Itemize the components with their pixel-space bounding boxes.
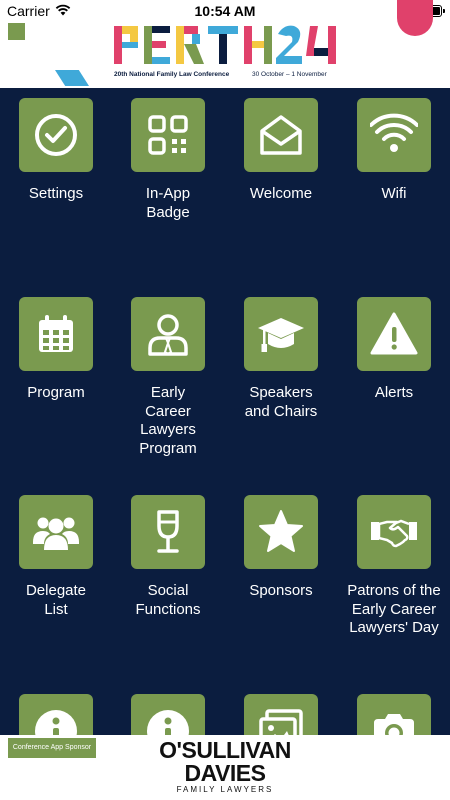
status-bar: Carrier 10:54 AM: [0, 0, 450, 22]
tile-camera[interactable]: [338, 686, 450, 735]
user-tie-icon: [148, 314, 188, 356]
tile-icon-box[interactable]: [244, 495, 318, 569]
tile-label: Patrons of the Early Career Lawyers' Day: [347, 582, 441, 636]
tile-settings[interactable]: Settings: [0, 90, 112, 290]
tile-speakers-and-chairs[interactable]: Speakers and Chairs: [225, 289, 337, 489]
warning-icon: [370, 312, 418, 355]
tile-label: In-App Badge: [145, 185, 191, 221]
tile-sponsors[interactable]: Sponsors: [225, 487, 337, 687]
decorative-square: [8, 23, 25, 40]
tile-icon-box[interactable]: [131, 694, 205, 735]
app-header: Carrier 10:54 AM 20th National Family La…: [0, 0, 450, 88]
users-icon: [33, 517, 79, 550]
conference-subtitle: 20th National Family Law Conference: [114, 71, 230, 78]
tile-label: Early Career Lawyers Program: [139, 384, 197, 457]
tile-delegate-list[interactable]: Delegate List: [0, 487, 112, 687]
tile-early-career-lawyers-program[interactable]: Early Career Lawyers Program: [112, 289, 224, 489]
tile-in-app-badge[interactable]: In-App Badge: [112, 90, 224, 290]
tile-label: Social Functions: [135, 582, 201, 618]
sponsor-banner[interactable]: Conference App Sponsor O'SULLIVAN DAVIES…: [0, 735, 450, 800]
sponsor-name-line3: FAMILY LAWYERS: [176, 785, 274, 794]
perth-24-logo-graphic: [114, 25, 336, 64]
tile-label: Welcome: [249, 185, 313, 202]
tile-icon-box[interactable]: [357, 495, 431, 569]
decorative-shape: [55, 70, 89, 86]
tile-icon-box[interactable]: [19, 495, 93, 569]
tile-label: Program: [27, 384, 85, 401]
tile-welcome[interactable]: Welcome: [225, 90, 337, 290]
star-icon: [259, 510, 303, 552]
tile-label: Sponsors: [249, 582, 313, 599]
tile-label: Wifi: [381, 185, 407, 202]
sponsor-name-line2: DAVIES: [184, 760, 266, 786]
conference-dates: 30 October – 1 November: [252, 71, 327, 78]
tile-label: Delegate List: [25, 582, 87, 618]
check-circle-icon: [35, 114, 77, 156]
graduation-cap-icon: [258, 318, 304, 352]
conference-logo: 20th National Family Law Conference 30 O…: [114, 22, 338, 84]
tile-icon-box[interactable]: [19, 297, 93, 371]
tile-label: Alerts: [374, 384, 414, 401]
tile-icon-box[interactable]: [131, 98, 205, 172]
status-time: 10:54 AM: [194, 3, 256, 19]
handshake-icon: [371, 519, 417, 548]
camera-icon: [374, 714, 414, 735]
tile-label: Settings: [28, 185, 84, 202]
tile-alerts[interactable]: Alerts: [338, 289, 450, 489]
tile-info-1[interactable]: [0, 686, 112, 735]
tile-icon-box[interactable]: [244, 98, 318, 172]
tile-icon-box[interactable]: [131, 297, 205, 371]
tile-icon-box[interactable]: [19, 694, 93, 735]
menu-grid: Settings In-App Badge Welcome Wifi Progr…: [0, 88, 450, 735]
tile-wifi[interactable]: Wifi: [338, 90, 450, 290]
tile-icon-box[interactable]: [357, 694, 431, 735]
image-icon: [259, 709, 303, 735]
info-icon: [147, 710, 189, 735]
tile-icon-box[interactable]: [357, 98, 431, 172]
tile-icon-box[interactable]: [357, 297, 431, 371]
tile-image-gallery[interactable]: [225, 686, 337, 735]
info-icon: [35, 710, 77, 735]
tile-icon-box[interactable]: [244, 297, 318, 371]
tile-icon-box[interactable]: [244, 694, 318, 735]
tile-program[interactable]: Program: [0, 289, 112, 489]
envelope-open-icon: [260, 115, 302, 155]
qr-code-icon: [148, 115, 188, 155]
tile-social-functions[interactable]: Social Functions: [112, 487, 224, 687]
decorative-half-circle: [397, 0, 433, 36]
tile-label: Speakers and Chairs: [244, 384, 318, 420]
tile-patrons-early-career-lawyers-day[interactable]: Patrons of the Early Career Lawyers' Day: [338, 487, 450, 687]
tile-info-2[interactable]: [112, 686, 224, 735]
calendar-icon: [39, 315, 73, 352]
tile-icon-box[interactable]: [19, 98, 93, 172]
tile-icon-box[interactable]: [131, 495, 205, 569]
wifi-icon: [370, 113, 418, 152]
wine-glass-icon: [157, 510, 179, 553]
